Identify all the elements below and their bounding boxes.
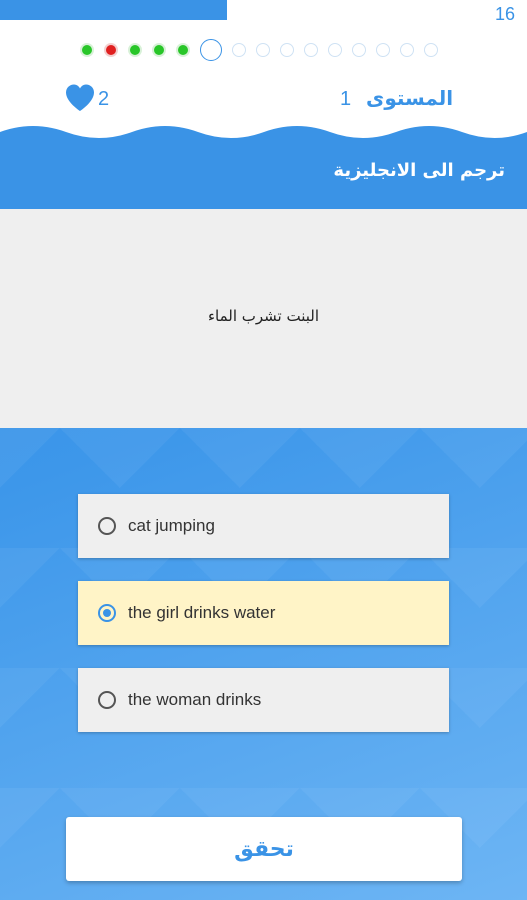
- top-progress-bar: [0, 0, 227, 20]
- level-row: 2 1 المستوى: [0, 82, 527, 116]
- progress-dot-correct: [80, 43, 94, 57]
- level-label: المستوى: [366, 86, 454, 110]
- progress-dot-pending: [232, 43, 246, 57]
- progress-dots: [80, 38, 448, 62]
- question-text: البنت تشرب الماء: [207, 307, 320, 325]
- heart-icon: [66, 84, 94, 111]
- progress-dot-pending: [400, 43, 414, 57]
- instruction-text: ترجم الى الانجليزية: [333, 160, 505, 181]
- check-button[interactable]: تحقق: [66, 817, 462, 881]
- progress-dot-pending: [424, 43, 438, 57]
- radio-selected-icon[interactable]: [98, 604, 116, 622]
- radio-icon[interactable]: [98, 517, 116, 535]
- question-counter: 16: [494, 4, 515, 24]
- answer-option-2[interactable]: the girl drinks water: [78, 581, 449, 645]
- progress-dot-pending: [352, 43, 366, 57]
- answer-option-label: the girl drinks water: [128, 603, 276, 622]
- radio-icon[interactable]: [98, 691, 116, 709]
- progress-dot-pending: [376, 43, 390, 57]
- question-card: البنت تشرب الماء: [0, 209, 527, 428]
- answer-option-1[interactable]: cat jumping: [78, 494, 449, 558]
- progress-dot-correct: [128, 43, 142, 57]
- answer-option-label: cat jumping: [128, 516, 215, 535]
- progress-dot-correct: [176, 43, 190, 57]
- progress-dot-pending: [304, 43, 318, 57]
- progress-dot-pending: [280, 43, 294, 57]
- level-number: 1: [340, 88, 352, 110]
- progress-dot-current: [200, 39, 222, 61]
- lives-count: 2: [98, 88, 110, 110]
- progress-dot-pending: [256, 43, 270, 57]
- answer-option-3[interactable]: the woman drinks: [78, 668, 449, 732]
- progress-dot-correct: [152, 43, 166, 57]
- progress-dot-wrong: [104, 43, 118, 57]
- answer-option-label: the woman drinks: [128, 690, 262, 709]
- progress-dot-pending: [328, 43, 342, 57]
